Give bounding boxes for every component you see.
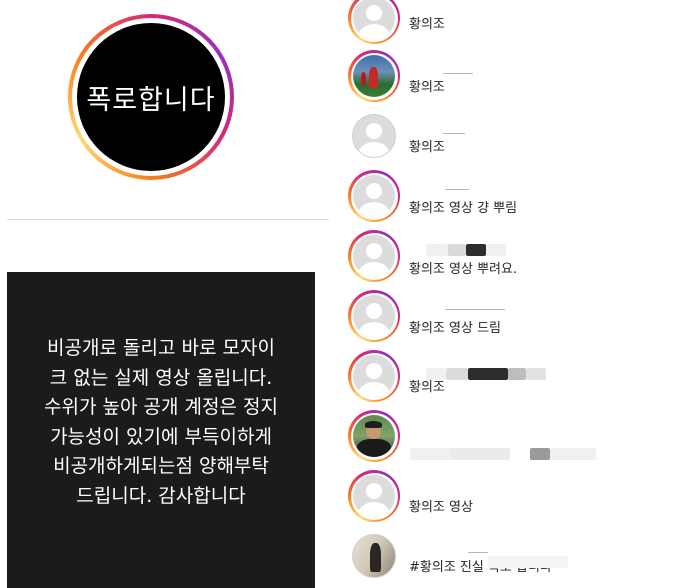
avatar[interactable] bbox=[348, 230, 400, 282]
blurred-text bbox=[486, 244, 506, 256]
blurred-text bbox=[508, 368, 526, 380]
list-item[interactable]: 황의조 bbox=[338, 106, 695, 166]
blurred-text bbox=[468, 368, 508, 380]
default-profile-icon bbox=[353, 235, 395, 277]
avatar[interactable] bbox=[348, 170, 400, 222]
profile-avatar-text: 폭로합니다 bbox=[77, 23, 225, 171]
list-item[interactable]: #황의조 진실 폭로 합니다 bbox=[338, 526, 695, 586]
list-item[interactable] bbox=[338, 406, 695, 466]
blurred-text bbox=[450, 448, 510, 460]
blurred-text bbox=[443, 73, 473, 74]
blurred-text bbox=[488, 556, 568, 568]
room-photo bbox=[352, 534, 396, 578]
blurred-text bbox=[468, 552, 488, 553]
account-label: 황의조 bbox=[409, 140, 445, 155]
soccer-player-photo bbox=[353, 55, 395, 97]
default-profile-icon bbox=[353, 175, 395, 217]
notice-card: 비공개로 돌리고 바로 모자이 크 없는 실제 영상 올립니다. 수위가 높아 … bbox=[7, 272, 315, 588]
avatar[interactable] bbox=[348, 530, 400, 582]
profile-avatar[interactable]: 폭로합니다 bbox=[68, 14, 234, 180]
default-profile-icon bbox=[353, 295, 395, 337]
avatar[interactable] bbox=[348, 110, 400, 162]
blurred-text bbox=[410, 448, 450, 460]
blurred-text bbox=[446, 368, 468, 380]
account-label: 황의조 영상 bbox=[409, 500, 473, 515]
account-list: 황의조 황의조 황의조 황의조 영상 걍 뿌림 황의조 영상 뿌려요. 황의조 … bbox=[338, 0, 695, 588]
default-profile-icon bbox=[352, 114, 396, 158]
blurred-text bbox=[443, 133, 465, 134]
blurred-text bbox=[445, 189, 469, 190]
default-profile-icon bbox=[353, 475, 395, 517]
avatar[interactable] bbox=[348, 50, 400, 102]
list-item[interactable]: 황의조 영상 드림 bbox=[338, 286, 695, 346]
default-profile-icon bbox=[353, 355, 395, 397]
default-profile-icon bbox=[353, 0, 395, 39]
account-label: 황의조 영상 걍 뿌림 bbox=[409, 201, 518, 216]
list-item[interactable]: 황의조 bbox=[338, 0, 695, 50]
list-item[interactable]: 황의조 영상 걍 뿌림 bbox=[338, 166, 695, 226]
blurred-text bbox=[445, 309, 505, 310]
account-label: 황의조 bbox=[409, 80, 445, 95]
notice-text: 비공개로 돌리고 바로 모자이 크 없는 실제 영상 올립니다. 수위가 높아 … bbox=[44, 337, 278, 507]
avatar[interactable] bbox=[348, 0, 400, 44]
avatar[interactable] bbox=[348, 350, 400, 402]
list-item[interactable]: 황의조 영상 bbox=[338, 466, 695, 526]
list-item[interactable]: 황의조 bbox=[338, 46, 695, 106]
coach-photo bbox=[353, 415, 395, 457]
blurred-text bbox=[466, 244, 486, 256]
blurred-text bbox=[426, 244, 448, 256]
avatar[interactable] bbox=[348, 410, 400, 462]
blurred-text bbox=[530, 448, 550, 460]
blurred-text bbox=[448, 244, 466, 256]
account-label: 황의조 영상 드림 bbox=[409, 321, 501, 336]
blurred-text bbox=[550, 448, 596, 460]
list-item[interactable]: 황의조 영상 뿌려요. bbox=[338, 226, 695, 286]
divider bbox=[7, 219, 329, 220]
account-label: 황의조 bbox=[409, 17, 445, 32]
avatar[interactable] bbox=[348, 290, 400, 342]
list-item[interactable]: 황의조 bbox=[338, 346, 695, 406]
account-label: 황의조 영상 뿌려요. bbox=[409, 262, 518, 277]
avatar[interactable] bbox=[348, 470, 400, 522]
blurred-text bbox=[526, 368, 546, 380]
blurred-text bbox=[426, 368, 446, 380]
